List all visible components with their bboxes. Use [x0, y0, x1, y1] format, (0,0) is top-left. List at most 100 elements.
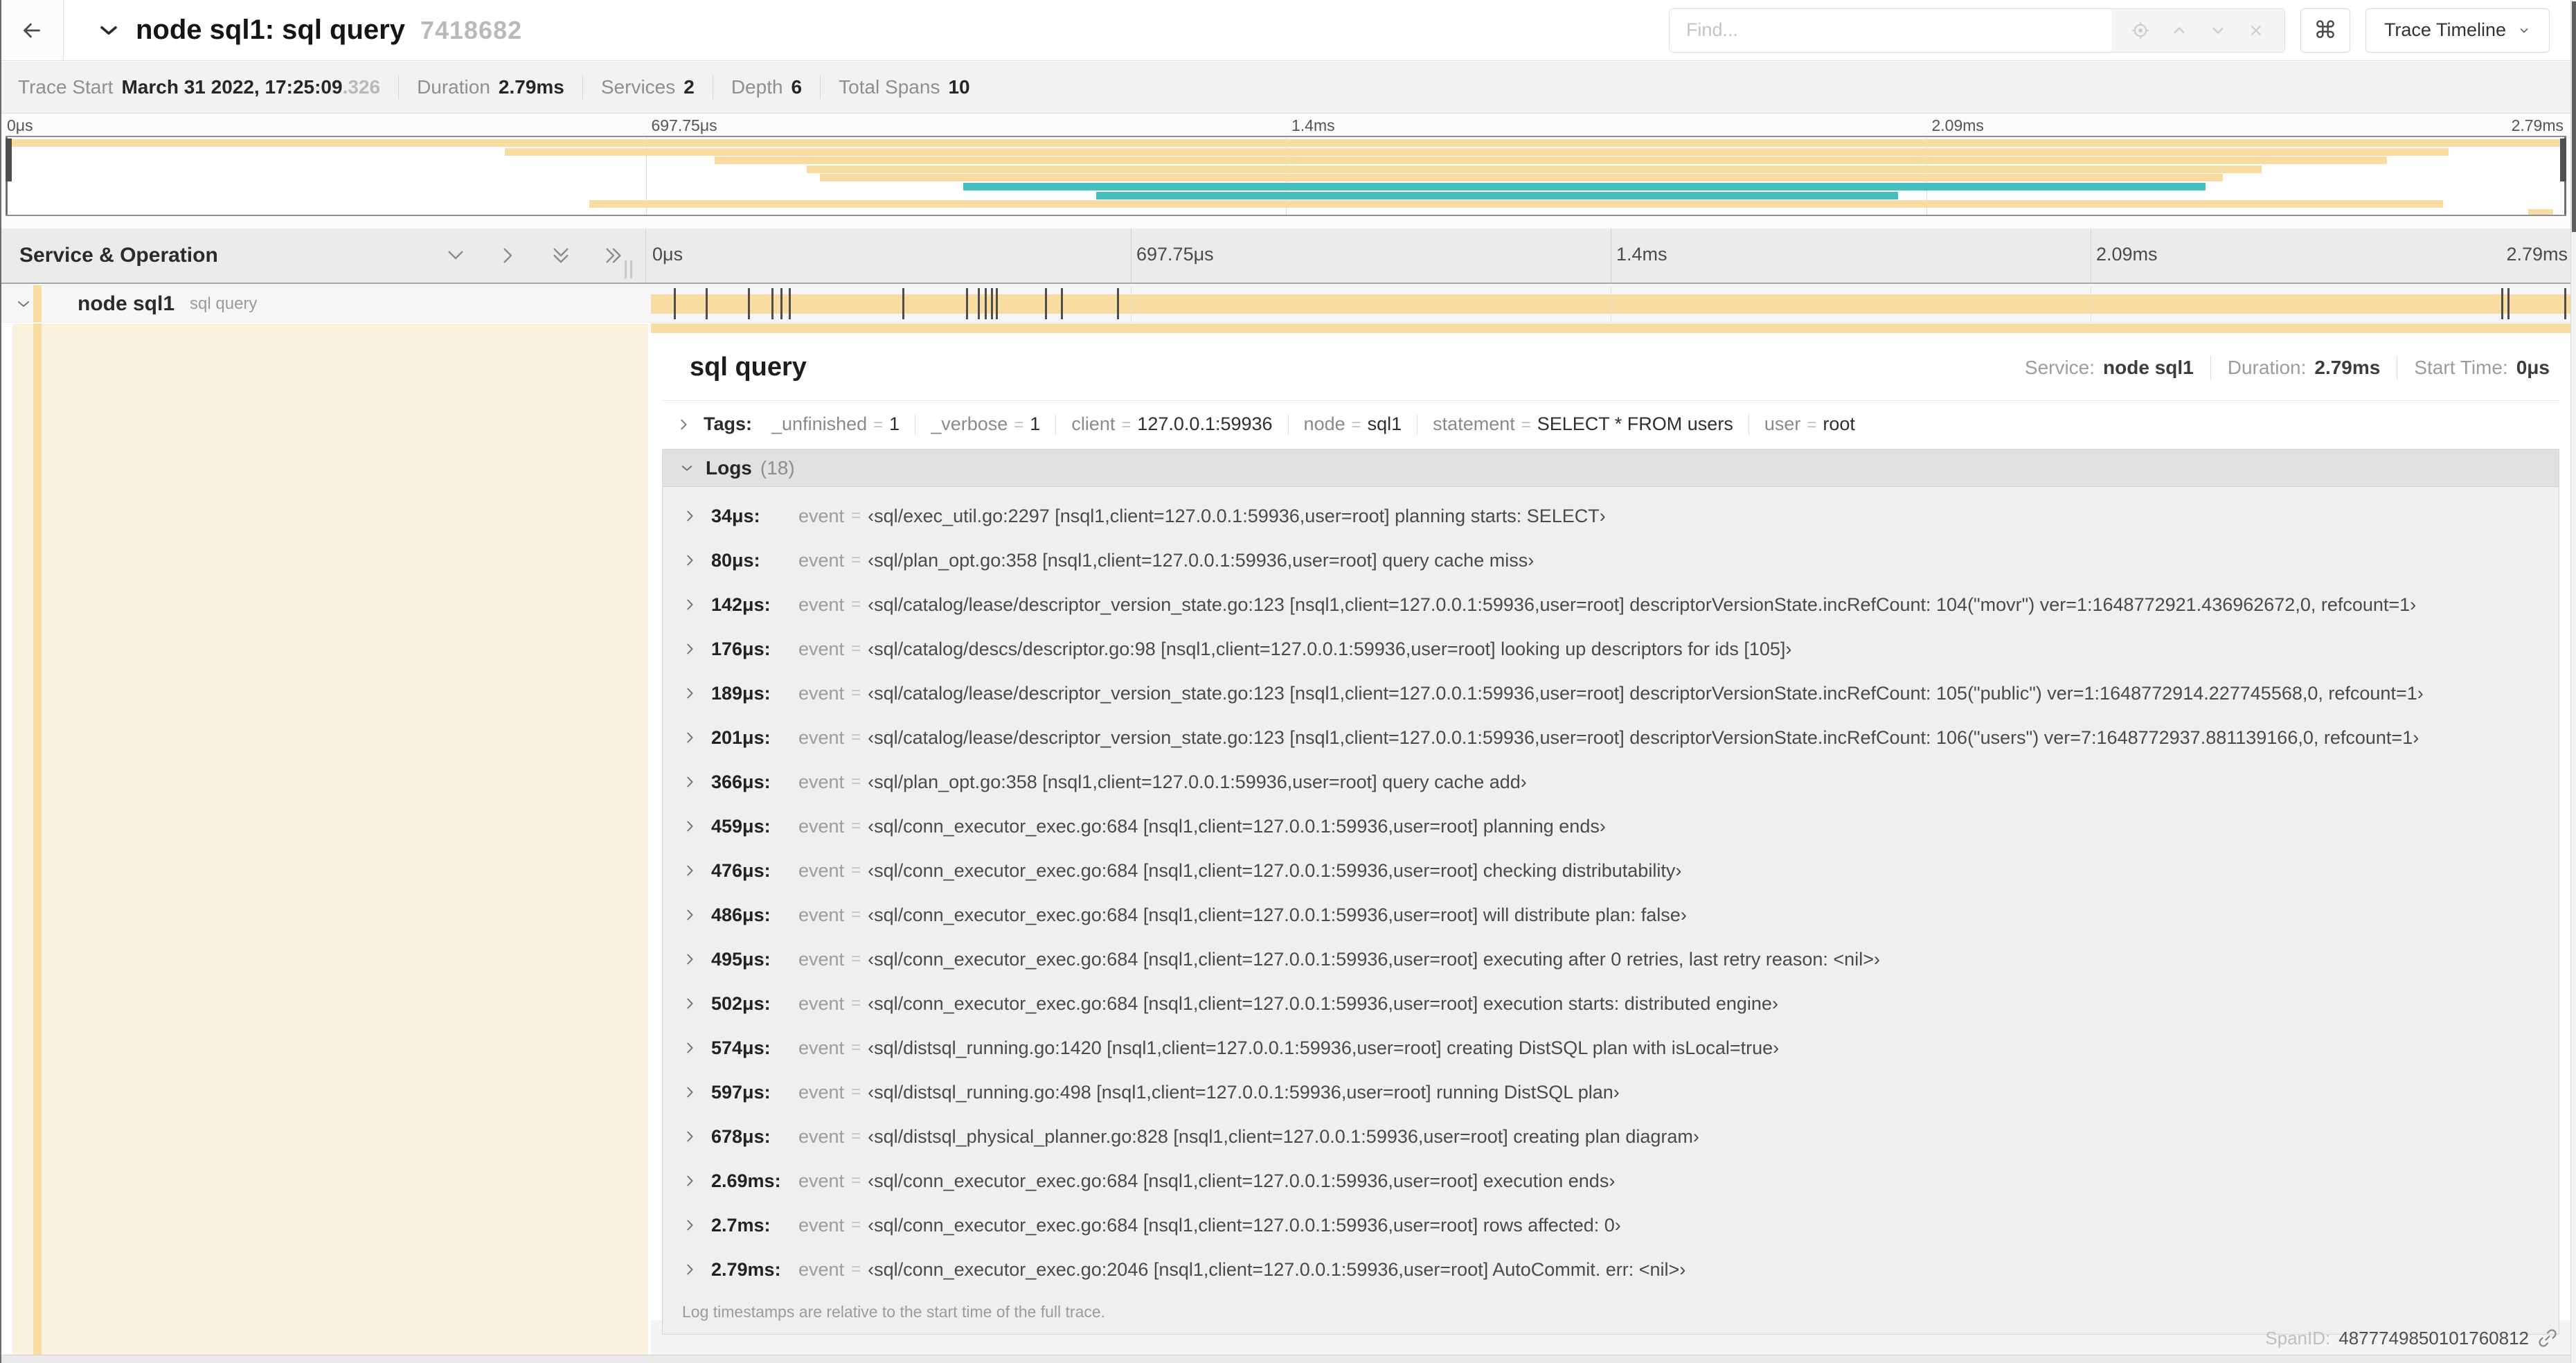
logs-list: 34μs: event = ‹sql/exec_util.go:2297 [nsql1…: [663, 487, 2559, 1292]
log-row[interactable]: 678μs: event = ‹sql/distsql_physical_planne…: [663, 1114, 2559, 1159]
collapse-controls: [445, 244, 625, 267]
log-row[interactable]: 574μs: event = ‹sql/distsql_running.go:1420…: [663, 1026, 2559, 1070]
ruler-tick-label: 0μs: [652, 244, 683, 265]
log-timestamp: 495μs:: [711, 948, 771, 970]
log-row[interactable]: 176μs: event = ‹sql/catalog/descs/descripto…: [663, 627, 2559, 671]
log-row[interactable]: 476μs: event = ‹sql/conn_executor_exec.go:6…: [663, 848, 2559, 893]
collapse-one-icon[interactable]: [497, 244, 519, 267]
back-button[interactable]: [0, 0, 64, 60]
find-input[interactable]: [1669, 8, 2111, 52]
tag-key: node: [1303, 413, 1345, 434]
minimap-canvas[interactable]: [6, 136, 2566, 216]
log-field-value: ‹sql/conn_executor_exec.go:684 [nsql1,cl…: [868, 1214, 1621, 1236]
log-timestamp: 366μs:: [711, 771, 771, 792]
log-field-key: event: [798, 948, 845, 970]
chevron-right-icon: [682, 1129, 697, 1144]
expand-all-icon[interactable]: [550, 244, 572, 267]
span-detail-meta: Service: node sql1 Duration: 2.79ms Start Ti…: [2025, 355, 2550, 380]
span-id-row: SpanID: 4877749850101760812: [651, 1321, 2570, 1355]
tag-key: client: [1071, 413, 1116, 434]
tag-separator: =: [1807, 416, 1817, 434]
log-field-key: event: [798, 682, 845, 704]
ruler-gridline: [1131, 229, 1132, 283]
logs-header[interactable]: Logs (18): [663, 449, 2559, 487]
column-divider: [645, 229, 646, 283]
log-field-key: event: [798, 904, 845, 925]
trace-summary-bar: Trace Start March 31 2022, 17:25:09.326 Du…: [0, 62, 2570, 114]
log-field-value: ‹sql/conn_executor_exec.go:684 [nsql1,cl…: [868, 992, 1778, 1014]
span-row-timeline-cell[interactable]: [651, 285, 2570, 322]
log-timestamp: 597μs:: [711, 1081, 771, 1103]
log-row[interactable]: 366μs: event = ‹sql/plan_opt.go:358 [nsql1,…: [663, 760, 2559, 804]
minimap-span: [807, 165, 2262, 173]
clear-search-icon[interactable]: [2247, 21, 2265, 39]
view-selector-label: Trace Timeline: [2383, 19, 2506, 40]
collapse-span-chevron-icon[interactable]: [15, 296, 32, 312]
find-controls: [2111, 8, 2284, 52]
trace-summary-item: Duration 2.79ms: [417, 76, 564, 98]
chevron-right-icon: [676, 417, 691, 432]
scrollbar[interactable]: [2570, 0, 2576, 1363]
next-result-icon[interactable]: [2208, 21, 2228, 40]
log-marker: [965, 288, 968, 319]
chevron-right-icon: [682, 686, 697, 701]
log-row[interactable]: 2.69ms: event = ‹sql/conn_executor_exec.go:…: [663, 1159, 2559, 1203]
column-resize-handle[interactable]: [625, 260, 632, 278]
find-group: [1668, 8, 2285, 53]
minimap-span: [2528, 208, 2554, 215]
log-row[interactable]: 2.79ms: event = ‹sql/conn_executor_exec.go:…: [663, 1247, 2559, 1292]
log-row[interactable]: 80μs: event = ‹sql/plan_opt.go:358 [nsql1,c…: [663, 538, 2559, 582]
chevron-right-icon: [682, 952, 697, 967]
log-row[interactable]: 486μs: event = ‹sql/conn_executor_exec.go:6…: [663, 893, 2559, 937]
tags-list: _unfinished = 1 _verbose = 1 client = 127.0.0.1:…: [771, 413, 1855, 435]
span-color-strip: [33, 323, 42, 1355]
log-marker: [2501, 288, 2503, 319]
tags-row[interactable]: Tags: _unfinished = 1 _verbose = 1 client = 127.…: [651, 401, 2570, 443]
scope-to-match-icon[interactable]: [2131, 21, 2150, 40]
log-row[interactable]: 142μs: event = ‹sql/catalog/lease/descripto…: [663, 582, 2559, 627]
log-marker: [2564, 288, 2566, 319]
keyboard-shortcuts-button[interactable]: ⌘: [2300, 8, 2350, 53]
log-marker: [780, 288, 782, 319]
detail-meta-label: Duration:: [2227, 356, 2307, 378]
log-marker: [1045, 288, 1048, 319]
log-row[interactable]: 502μs: event = ‹sql/conn_executor_exec.go:6…: [663, 981, 2559, 1026]
collapse-trace-chevron-icon[interactable]: [97, 19, 120, 42]
log-row[interactable]: 597μs: event = ‹sql/distsql_running.go:498 …: [663, 1070, 2559, 1114]
collapse-all-icon[interactable]: [602, 244, 625, 267]
minimap-scrubber-grip[interactable]: [2560, 139, 2566, 181]
minimap-tick-label: 2.79ms: [2511, 116, 2564, 134]
log-field-value: ‹sql/distsql_running.go:1420 [nsql1,clie…: [868, 1037, 1780, 1058]
scrollbar-thumb[interactable]: [2572, 1, 2576, 232]
log-row[interactable]: 34μs: event = ‹sql/exec_util.go:2297 [nsql1…: [663, 494, 2559, 538]
log-timestamp: 189μs:: [711, 682, 771, 704]
ruler-tick-label: 2.09ms: [2096, 244, 2158, 265]
log-row[interactable]: 495μs: event = ‹sql/conn_executor_exec.go:6…: [663, 937, 2559, 981]
log-field-key: event: [798, 1214, 845, 1236]
log-field-key: event: [798, 549, 845, 571]
chevron-right-icon: [682, 863, 697, 878]
log-row[interactable]: 2.7ms: event = ‹sql/conn_executor_exec.go:6…: [663, 1203, 2559, 1247]
log-row[interactable]: 201μs: event = ‹sql/catalog/lease/descripto…: [663, 715, 2559, 760]
span-row-node-sql1[interactable]: node sql1 sql query: [0, 285, 2570, 323]
log-field-key: event: [798, 1170, 845, 1191]
trace-summary-item: Trace Start March 31 2022, 17:25:09.326: [18, 76, 380, 98]
ruler-tick-label: 2.79ms: [2506, 244, 2568, 265]
log-field-key: event: [798, 1081, 845, 1103]
minimap-tick-label: 2.09ms: [1931, 116, 1984, 134]
detail-meta-value: 0μs: [2516, 356, 2550, 378]
prev-result-icon[interactable]: [2170, 21, 2189, 40]
view-selector-button[interactable]: Trace Timeline: [2365, 8, 2550, 53]
minimap-scrubber-grip[interactable]: [6, 139, 12, 181]
log-row[interactable]: 189μs: event = ‹sql/catalog/lease/descripto…: [663, 671, 2559, 715]
log-field-separator: =: [851, 551, 861, 569]
log-row[interactable]: 459μs: event = ‹sql/conn_executor_exec.go:6…: [663, 804, 2559, 848]
link-icon[interactable]: [2537, 1328, 2558, 1348]
log-field-key: event: [798, 1258, 845, 1280]
span-detail-panel: sql query Service: node sql1 Duration: 2.79…: [651, 323, 2570, 1335]
minimap-tick-label: 697.75μs: [651, 116, 717, 134]
tag-item: _unfinished = 1: [771, 413, 900, 435]
chevron-right-icon: [682, 553, 697, 568]
tag-separator: =: [873, 416, 884, 434]
expand-one-icon[interactable]: [445, 244, 467, 267]
